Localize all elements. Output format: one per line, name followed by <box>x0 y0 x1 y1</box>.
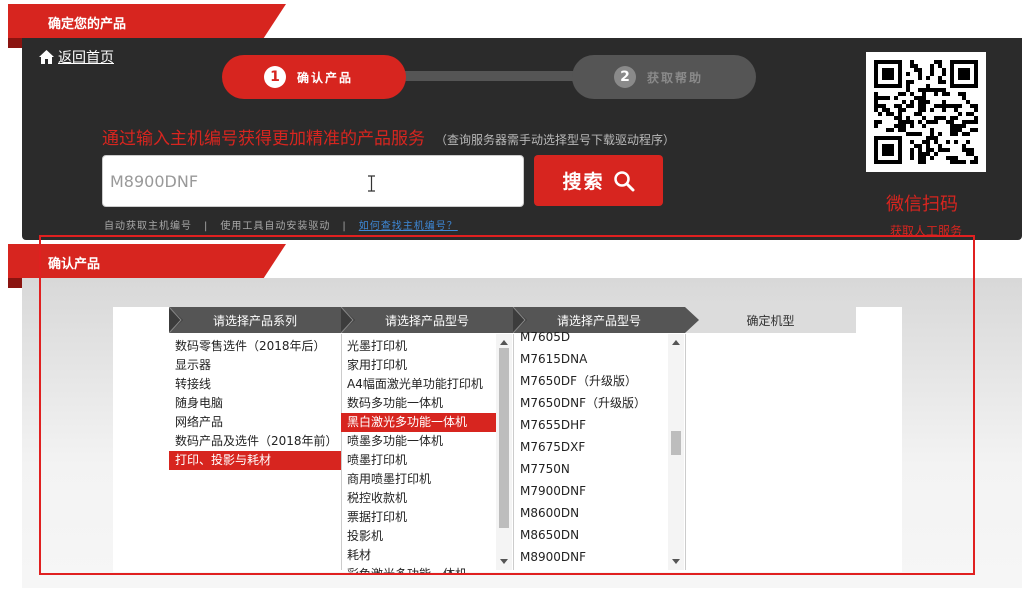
wechat-qr-code <box>866 52 986 172</box>
section-tab-fold <box>8 38 22 48</box>
section-tab-fold <box>8 278 22 288</box>
text-cursor-icon <box>368 175 375 192</box>
step-number: 2 <box>614 66 636 88</box>
step-label: 获取帮助 <box>647 70 704 85</box>
step-number: 1 <box>264 66 286 88</box>
headline-sub: （查询服务器需手动选择型号下载驱动程序） <box>435 133 676 147</box>
step-confirm-product: 1 确认产品 <box>222 55 406 99</box>
link-separator: | <box>342 221 347 232</box>
section-title: 确定您的产品 <box>48 17 127 32</box>
helper-links: 自动获取主机编号 | 使用工具自动安装驱动 | 如何查找主机编号？ <box>104 217 458 232</box>
search-button[interactable]: 搜索 <box>534 155 663 206</box>
home-icon <box>39 50 54 64</box>
how-to-find-host-number-link[interactable]: 如何查找主机编号？ <box>359 221 458 232</box>
home-link[interactable]: 返回首页 <box>38 47 114 67</box>
home-link-label: 返回首页 <box>58 50 114 66</box>
selector-highlight-box <box>39 235 975 575</box>
step-connector <box>404 71 574 81</box>
step-get-help: 2 获取帮助 <box>572 55 756 99</box>
host-number-input[interactable] <box>102 155 524 207</box>
search-icon <box>613 170 634 191</box>
qr-label: 微信扫码 <box>886 194 958 215</box>
link-separator: | <box>204 221 209 232</box>
auto-install-driver-link[interactable]: 使用工具自动安装驱动 <box>220 221 330 232</box>
auto-get-host-number-link[interactable]: 自动获取主机编号 <box>104 221 192 232</box>
section-title-tab: 确定您的产品 <box>8 4 286 38</box>
search-button-label: 搜索 <box>562 171 605 193</box>
qr-code-icon <box>874 60 978 164</box>
headline-main: 通过输入主机编号获得更加精准的产品服务 <box>102 129 425 149</box>
step-label: 确认产品 <box>297 70 354 85</box>
search-headline: 通过输入主机编号获得更加精准的产品服务 （查询服务器需手动选择型号下载驱动程序） <box>102 124 675 149</box>
